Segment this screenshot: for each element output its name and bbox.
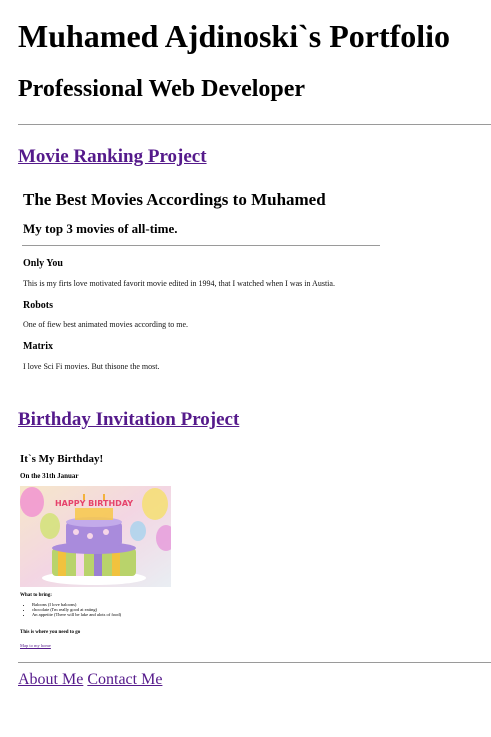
directions-label: This is where you need to go (20, 630, 81, 635)
movie-item-desc: I love Sci Fi movies. But thisone the mo… (23, 362, 160, 371)
movie-item-title: Robots (23, 300, 54, 311)
bring-list: Baloons (I love baloons) chocolate (I'm … (20, 602, 121, 617)
list-item: An appetite (There will be lake and alot… (32, 612, 121, 617)
map-link[interactable]: Map to my home (20, 643, 51, 648)
movie-divider (22, 245, 380, 246)
movie-item-title: Only You (23, 258, 63, 269)
footer-divider (18, 662, 491, 663)
contact-me-link[interactable]: Contact Me (87, 671, 162, 688)
movie-item-desc: One of fiew best animated movies accordi… (23, 320, 189, 329)
birthday-cake-image: HAPPY BIRTHDAY (20, 486, 171, 587)
about-me-link[interactable]: About Me (18, 671, 83, 688)
movie-subheading: My top 3 movies of all-time. (23, 221, 178, 236)
movie-item-title: Matrix (23, 341, 53, 352)
page-title: Muhamed Ajdinoski`s Portfolio (18, 18, 451, 54)
header-divider (18, 124, 491, 125)
page-subtitle: Professional Web Developer (18, 76, 306, 102)
birthday-project-link[interactable]: Birthday Invitation Project (18, 409, 239, 431)
footer-nav: About Me Contact Me (18, 671, 162, 689)
bring-label: What to bring: (20, 593, 52, 598)
svg-text:HAPPY BIRTHDAY: HAPPY BIRTHDAY (55, 499, 133, 508)
movie-item-desc: This is my firts love motivated favorit … (23, 279, 335, 288)
birthday-heading: It`s My Birthday! (20, 453, 104, 465)
movie-project-link[interactable]: Movie Ranking Project (18, 146, 207, 168)
movie-heading: The Best Movies Accordings to Muhamed (23, 190, 326, 209)
birthday-date: On the 31th Januar (20, 472, 79, 480)
